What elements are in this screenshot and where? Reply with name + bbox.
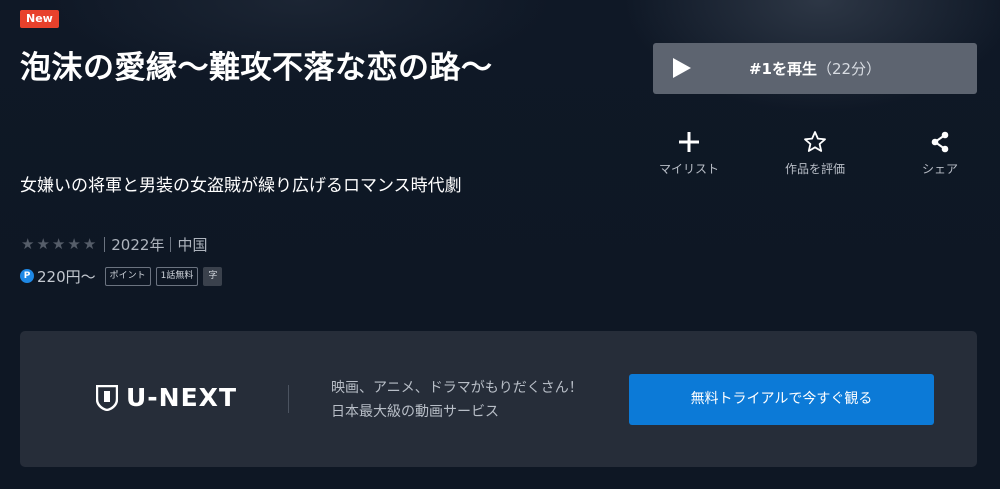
unext-shield-icon bbox=[96, 384, 118, 411]
star-icon: ★ bbox=[51, 235, 66, 253]
play-label: #1を再生（22分） bbox=[653, 58, 977, 79]
divider bbox=[104, 236, 106, 252]
country: 中国 bbox=[177, 235, 208, 254]
rate-label: 作品を評価 bbox=[784, 162, 845, 176]
play-episode-label: #1を再生 bbox=[748, 60, 817, 78]
free-trial-button[interactable]: 無料トライアルで今すぐ観る bbox=[629, 374, 934, 425]
tag-subtitle: 字 bbox=[203, 266, 223, 286]
star-icon: ★ bbox=[67, 235, 81, 253]
catchcopy: 女嫌いの将軍と男装の女盗賊が繰り広げるロマンス時代劇 bbox=[20, 176, 462, 196]
share-icon bbox=[931, 131, 949, 153]
star-icon: ★ bbox=[36, 235, 50, 253]
play-duration: （22分） bbox=[816, 60, 882, 78]
action-bar: マイリスト 作品を評価 シェア bbox=[653, 130, 977, 190]
share-label: シェア bbox=[921, 162, 958, 176]
star-outline-icon bbox=[804, 131, 826, 152]
logo-wordmark: U-NEXT bbox=[126, 383, 238, 412]
unext-logo: U-NEXT bbox=[96, 383, 237, 412]
mylist-button[interactable]: マイリスト bbox=[644, 130, 734, 177]
star-icon: ★ bbox=[82, 235, 97, 253]
rating-stars: ★ ★ ★ ★ ★ bbox=[21, 235, 98, 253]
point-icon: P bbox=[20, 269, 34, 283]
plus-icon bbox=[679, 132, 699, 152]
page-title: 泡沫の愛縁～難攻不落な恋の路～ bbox=[20, 50, 493, 86]
promo-line-2: 日本最大級の動画サービス bbox=[331, 404, 499, 420]
rate-button[interactable]: 作品を評価 bbox=[770, 130, 860, 177]
mylist-label: マイリスト bbox=[658, 162, 719, 176]
new-badge: New bbox=[20, 10, 59, 28]
meta-row: ★ ★ ★ ★ ★ 2022年 中国 bbox=[21, 233, 207, 255]
play-button[interactable]: #1を再生（22分） bbox=[653, 43, 977, 94]
divider bbox=[170, 236, 172, 252]
tag-point: ポイント bbox=[104, 266, 151, 286]
tag-free-episode: 1話無料 bbox=[155, 266, 199, 286]
promo-line-1: 映画、アニメ、ドラマがもりだくさん！ bbox=[331, 380, 583, 396]
promo-banner: U-NEXT 映画、アニメ、ドラマがもりだくさん！ 日本最大級の動画サービス 無… bbox=[20, 331, 977, 467]
promo-copy: 映画、アニメ、ドラマがもりだくさん！ 日本最大級の動画サービス bbox=[331, 376, 583, 424]
divider bbox=[288, 385, 289, 413]
price-row: P 220円～ ポイント 1話無料 字 bbox=[20, 264, 227, 288]
price: 220円～ bbox=[37, 267, 96, 286]
share-button[interactable]: シェア bbox=[895, 130, 985, 177]
release-year: 2022年 bbox=[111, 235, 165, 254]
star-icon: ★ bbox=[21, 235, 35, 253]
